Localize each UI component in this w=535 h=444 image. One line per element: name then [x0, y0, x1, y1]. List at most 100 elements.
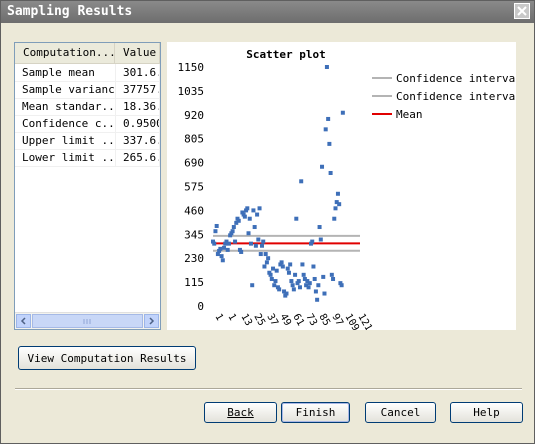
scatter-chart: Scatter plot 0 115 230 345 460 575 690 805 920 103…: [178, 48, 522, 333]
data-point: [268, 272, 273, 277]
data-point: [266, 256, 271, 261]
data-point: [323, 127, 328, 132]
data-point: [339, 283, 344, 288]
data-point: [253, 243, 258, 248]
back-label: Back: [227, 406, 254, 419]
data-point: [274, 268, 279, 273]
data-point: [327, 141, 332, 146]
y-tick-label: 115: [184, 276, 204, 289]
data-point: [218, 246, 223, 251]
data-point: [296, 279, 301, 284]
data-point: [239, 249, 244, 254]
y-tick-label: 1150: [178, 61, 205, 74]
scrollbar-thumb[interactable]: [32, 314, 143, 328]
data-point: [329, 272, 334, 277]
data-point: [312, 276, 317, 281]
data-point: [335, 191, 340, 196]
view-computation-results-button[interactable]: View Computation Results: [18, 346, 196, 370]
data-point: [222, 245, 227, 250]
data-point: [284, 291, 289, 296]
horizontal-scrollbar[interactable]: [15, 312, 160, 329]
data-point: [316, 283, 321, 288]
column-header-value[interactable]: Value: [115, 43, 160, 63]
data-point: [242, 214, 247, 219]
row-value: 301.6.: [116, 64, 160, 81]
data-point: [251, 208, 256, 213]
table-row[interactable]: Confidence c... 0.9500(: [15, 115, 160, 133]
data-point: [293, 272, 298, 277]
data-point: [226, 241, 231, 246]
sampling-results-dialog: Sampling Results Computation... Value Sa…: [0, 0, 535, 444]
row-label: Lower limit ...: [15, 149, 116, 166]
data-point: [236, 218, 241, 223]
row-label: Sample variance: [15, 81, 116, 98]
scroll-right-button[interactable]: [144, 314, 159, 328]
data-point: [213, 229, 218, 234]
column-header-computation[interactable]: Computation...: [15, 43, 115, 63]
data-point: [280, 264, 285, 269]
data-point: [288, 262, 293, 267]
data-point: [255, 212, 260, 217]
table-row[interactable]: Lower limit ... 265.6.: [15, 149, 160, 167]
data-point: [264, 260, 269, 265]
data-point: [225, 247, 230, 252]
chevron-left-icon: [20, 317, 26, 325]
data-point: [272, 283, 277, 288]
data-point: [263, 252, 268, 257]
row-value: 337.6.: [116, 132, 160, 149]
table-row[interactable]: Mean standar... 18.36.: [15, 98, 160, 116]
data-point: [214, 223, 219, 228]
data-point: [245, 206, 250, 211]
data-point: [310, 239, 315, 244]
y-tick-label: 575: [184, 181, 204, 194]
data-point: [300, 262, 305, 267]
y-tick-label: 805: [184, 133, 204, 146]
data-point: [269, 276, 274, 281]
data-point: [328, 170, 333, 175]
x-tick-label: 61: [290, 312, 306, 328]
table-row[interactable]: Upper limit ... 337.6.: [15, 132, 160, 150]
data-point: [307, 281, 312, 286]
y-tick-label: 690: [184, 157, 204, 170]
row-label: Mean standar...: [15, 98, 116, 115]
separator: [15, 388, 522, 390]
data-point: [321, 274, 326, 279]
data-point: [337, 202, 342, 207]
data-point: [299, 179, 304, 184]
help-button[interactable]: Help: [450, 402, 523, 423]
scroll-left-button[interactable]: [16, 314, 31, 328]
data-point: [212, 241, 217, 246]
data-point: [311, 264, 316, 269]
cancel-button[interactable]: Cancel: [365, 402, 436, 423]
x-tick-label: 1: [212, 312, 225, 323]
close-icon: [517, 6, 527, 16]
x-tick-label: 73: [303, 312, 319, 328]
data-point: [231, 225, 236, 230]
data-point: [246, 231, 251, 236]
data-point: [326, 116, 331, 121]
row-label: Sample mean: [15, 64, 116, 81]
data-point: [230, 229, 235, 234]
row-value: 265.6.: [116, 149, 160, 166]
data-point: [301, 272, 306, 277]
x-tick-label: 85: [316, 312, 332, 328]
data-point: [297, 285, 302, 290]
data-point: [318, 237, 323, 242]
data-point: [261, 239, 266, 244]
table-row[interactable]: Sample variance 37757.: [15, 81, 160, 99]
data-point: [262, 264, 267, 269]
row-label: Upper limit ...: [15, 132, 116, 149]
table-row[interactable]: Sample mean 301.6.: [15, 64, 160, 82]
y-tick-label: 0: [197, 300, 204, 313]
finish-button[interactable]: Finish: [281, 402, 350, 423]
y-tick-label: 1035: [178, 85, 205, 98]
data-point: [256, 237, 261, 242]
data-point: [247, 216, 252, 221]
data-point: [332, 216, 337, 221]
chevron-right-icon: [149, 317, 155, 325]
y-tick-label: 345: [184, 228, 204, 241]
back-button[interactable]: Back: [204, 402, 277, 423]
data-point: [290, 283, 295, 288]
data-point: [317, 225, 322, 230]
close-button[interactable]: [514, 3, 530, 19]
